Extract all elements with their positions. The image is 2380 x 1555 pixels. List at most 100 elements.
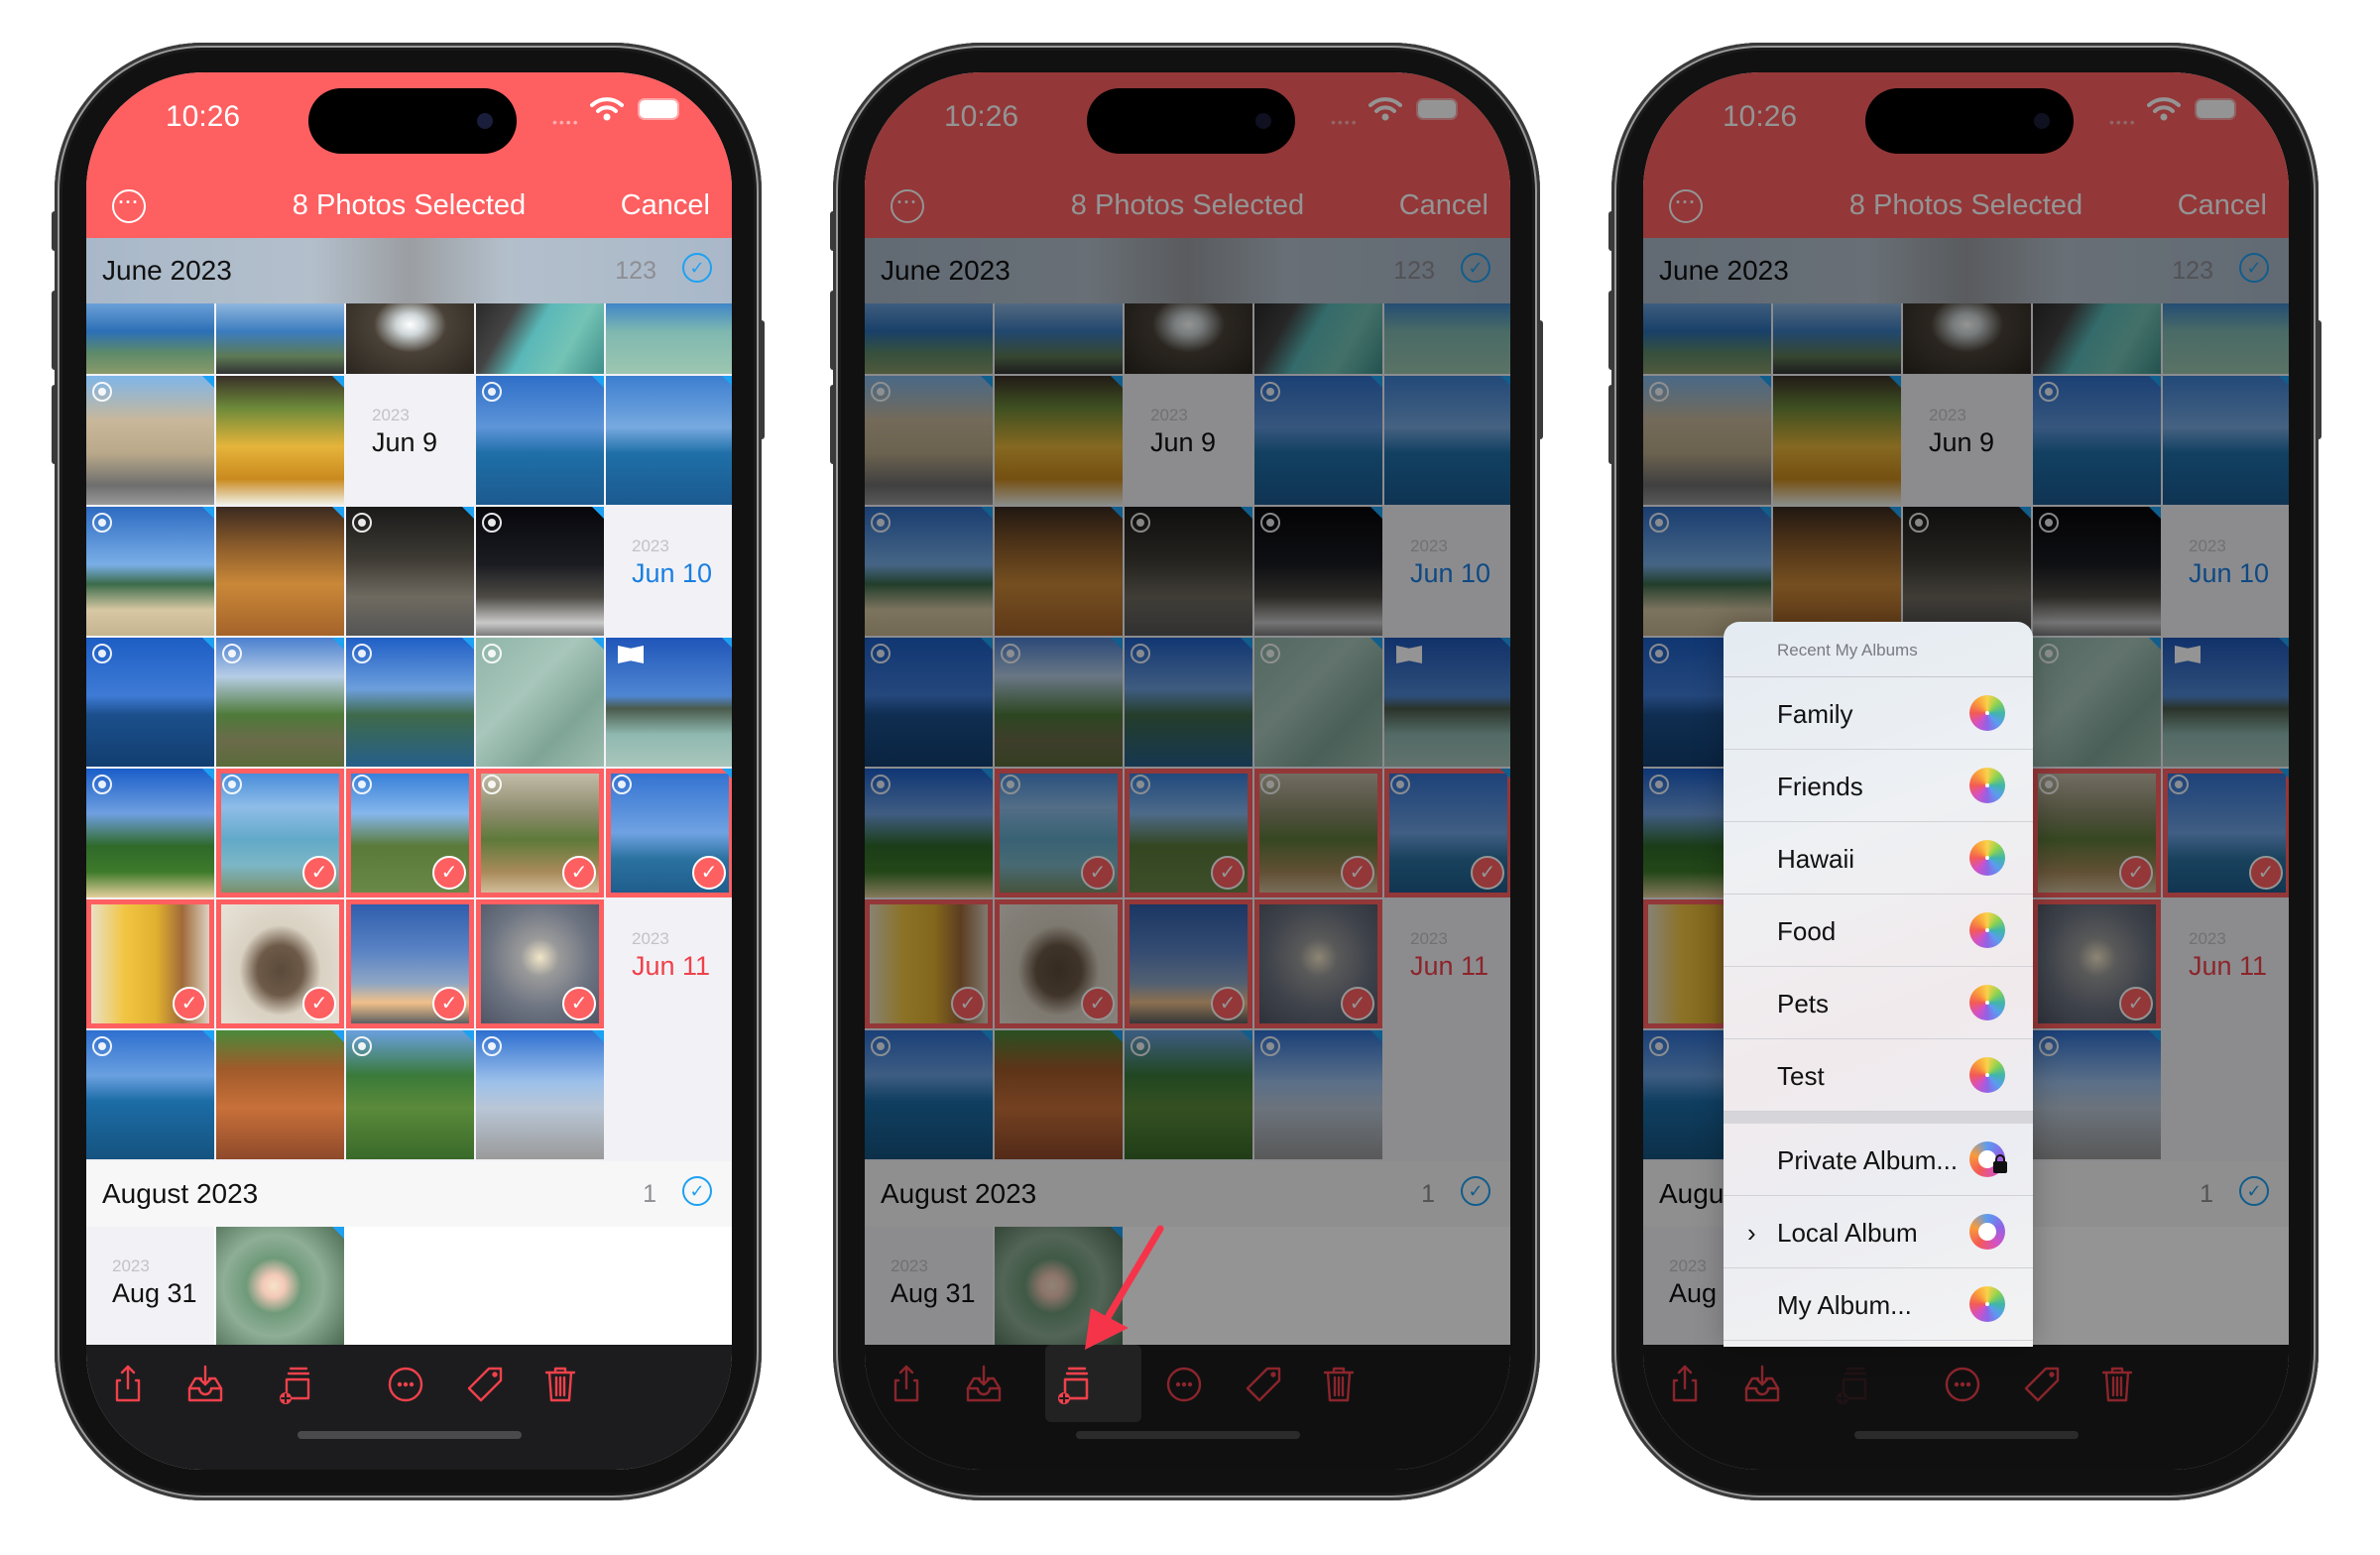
photo-thumbnail[interactable] (1773, 303, 1901, 374)
photo-thumbnail[interactable] (1384, 638, 1510, 767)
photo-thumbnail[interactable] (2033, 303, 2161, 374)
photo-thumbnail[interactable] (2033, 638, 2161, 767)
photo-thumbnail[interactable] (865, 638, 993, 767)
more-icon[interactable] (384, 1363, 427, 1406)
add-to-album-icon[interactable] (1830, 1363, 1873, 1406)
photo-thumbnail-selected[interactable]: ✓ (216, 769, 344, 897)
select-all-section-button[interactable]: ✓ (682, 1176, 712, 1206)
photo-thumbnail[interactable] (1643, 507, 1771, 636)
photo-thumbnail-selected[interactable]: ✓ (995, 769, 1123, 897)
photo-thumbnail[interactable] (476, 507, 604, 636)
photo-thumbnail[interactable] (1773, 376, 1901, 505)
photo-thumbnail-selected[interactable]: ✓ (1254, 899, 1382, 1028)
photo-thumbnail[interactable] (476, 638, 604, 767)
photo-thumbnail[interactable] (1773, 507, 1901, 636)
menu-item-album[interactable]: Family (1724, 677, 2033, 750)
photo-thumbnail[interactable] (865, 303, 993, 374)
photo-thumbnail[interactable] (216, 1227, 344, 1345)
photo-thumbnail-selected[interactable]: ✓ (2163, 769, 2289, 897)
photo-thumbnail[interactable] (1254, 1030, 1382, 1159)
photo-thumbnail[interactable] (865, 376, 993, 505)
photo-thumbnail[interactable] (476, 303, 604, 374)
trash-icon[interactable] (2095, 1363, 2139, 1406)
photo-thumbnail-selected[interactable]: ✓ (346, 769, 474, 897)
photo-thumbnail[interactable] (865, 769, 993, 897)
menu-item-album[interactable]: Food (1724, 895, 2033, 967)
photo-thumbnail[interactable] (216, 507, 344, 636)
photo-thumbnail[interactable] (1384, 303, 1510, 374)
menu-item-album[interactable]: › Local Album (1724, 1196, 2033, 1268)
add-to-album-icon[interactable] (1051, 1363, 1095, 1406)
photo-thumbnail[interactable] (86, 638, 214, 767)
menu-item-album[interactable]: Pets (1724, 967, 2033, 1039)
photo-thumbnail[interactable] (346, 507, 474, 636)
photo-thumbnail-selected[interactable]: ✓ (606, 769, 732, 897)
photo-thumbnail[interactable] (606, 376, 732, 505)
add-to-album-icon[interactable] (273, 1363, 316, 1406)
trash-icon[interactable] (1317, 1363, 1361, 1406)
photo-thumbnail[interactable] (865, 1030, 993, 1159)
photo-thumbnail[interactable] (2033, 376, 2161, 505)
photo-thumbnail[interactable] (2163, 303, 2289, 374)
menu-item-album[interactable]: Hawaii (1724, 822, 2033, 895)
share-icon[interactable] (106, 1363, 150, 1406)
tag-icon[interactable] (2020, 1363, 2064, 1406)
cancel-button[interactable]: Cancel (1399, 189, 1488, 222)
menu-item-album[interactable]: Private Album... (1724, 1124, 2033, 1196)
photo-thumbnail[interactable] (1643, 303, 1771, 374)
photo-thumbnail-selected[interactable]: ✓ (865, 899, 993, 1028)
photo-thumbnail[interactable] (2033, 507, 2161, 636)
photo-thumbnail[interactable] (1125, 1030, 1252, 1159)
photo-thumbnail[interactable] (1903, 303, 2031, 374)
photo-thumbnail[interactable] (476, 1030, 604, 1159)
select-all-section-button[interactable]: ✓ (2239, 1176, 2269, 1206)
save-to-inbox-icon[interactable] (1740, 1363, 1784, 1406)
photo-thumbnail[interactable] (1125, 638, 1252, 767)
photo-thumbnail[interactable] (346, 638, 474, 767)
photo-thumbnail-selected[interactable]: ✓ (2033, 899, 2161, 1028)
photo-thumbnail[interactable] (995, 638, 1123, 767)
more-icon[interactable] (1162, 1363, 1206, 1406)
photo-thumbnail[interactable] (606, 638, 732, 767)
photo-thumbnail[interactable] (476, 376, 604, 505)
photo-thumbnail[interactable] (216, 1030, 344, 1159)
photo-thumbnail[interactable] (216, 376, 344, 505)
photo-thumbnail[interactable] (1254, 638, 1382, 767)
tag-icon[interactable] (463, 1363, 507, 1406)
menu-item-album[interactable]: My Album... (1724, 1268, 2033, 1341)
photo-thumbnail[interactable] (995, 1030, 1123, 1159)
share-icon[interactable] (1663, 1363, 1707, 1406)
cancel-button[interactable]: Cancel (2178, 189, 2267, 222)
photo-thumbnail-selected[interactable]: ✓ (1125, 769, 1252, 897)
photo-thumbnail[interactable] (1125, 303, 1252, 374)
photo-thumbnail[interactable] (216, 638, 344, 767)
select-all-section-button[interactable]: ✓ (1461, 253, 1490, 283)
photo-thumbnail[interactable] (86, 507, 214, 636)
photo-thumbnail-selected[interactable]: ✓ (1125, 899, 1252, 1028)
photo-thumbnail[interactable] (2163, 376, 2289, 505)
menu-item-album[interactable]: Test (1724, 1039, 2033, 1112)
photo-thumbnail-selected[interactable]: ✓ (995, 899, 1123, 1028)
photo-thumbnail[interactable] (865, 507, 993, 636)
photo-thumbnail[interactable] (346, 303, 474, 374)
cancel-button[interactable]: Cancel (621, 189, 710, 222)
save-to-inbox-icon[interactable] (183, 1363, 227, 1406)
menu-item-album[interactable]: Friends (1724, 750, 2033, 822)
photo-thumbnail-selected[interactable]: ✓ (476, 769, 604, 897)
photo-thumbnail[interactable] (1254, 303, 1382, 374)
select-all-section-button[interactable]: ✓ (682, 253, 712, 283)
trash-icon[interactable] (538, 1363, 582, 1406)
photo-thumbnail[interactable] (216, 303, 344, 374)
photo-thumbnail-selected[interactable]: ✓ (216, 899, 344, 1028)
photo-thumbnail[interactable] (606, 303, 732, 374)
photo-thumbnail[interactable] (1384, 376, 1510, 505)
tag-icon[interactable] (1242, 1363, 1285, 1406)
photo-thumbnail[interactable] (1254, 376, 1382, 505)
save-to-inbox-icon[interactable] (962, 1363, 1006, 1406)
photo-thumbnail-selected[interactable]: ✓ (476, 899, 604, 1028)
photo-thumbnail[interactable] (86, 376, 214, 505)
photo-thumbnail-selected[interactable]: ✓ (1384, 769, 1510, 897)
photo-thumbnail-selected[interactable]: ✓ (2033, 769, 2161, 897)
select-all-section-button[interactable]: ✓ (2239, 253, 2269, 283)
photo-thumbnail[interactable] (346, 1030, 474, 1159)
